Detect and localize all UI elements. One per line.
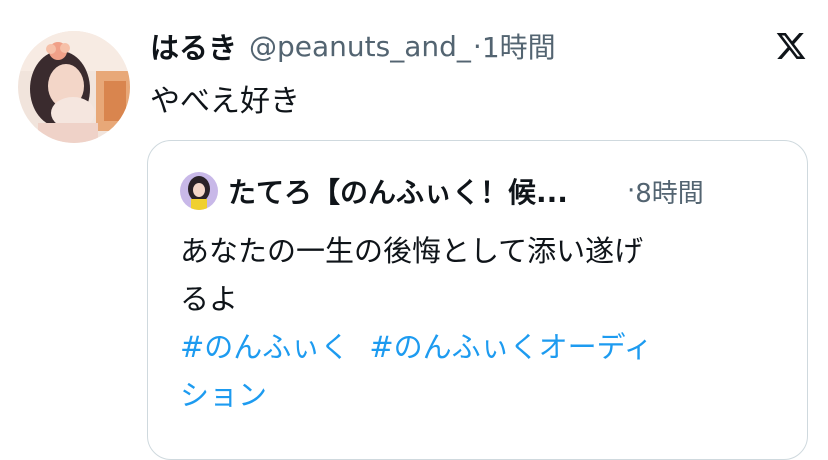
- separator-dot: ·: [472, 29, 482, 63]
- quoted-user-avatar[interactable]: [180, 172, 218, 210]
- user-avatar[interactable]: [18, 31, 130, 143]
- tweet-text: やべえ好き: [150, 84, 300, 119]
- tweet-header: はるき @peanuts_and_ · 1時間: [150, 24, 556, 68]
- hashtag-line: ション: [180, 371, 780, 419]
- hashtag-link[interactable]: #のんふぃく: [180, 330, 349, 364]
- hashtag-link[interactable]: ション: [180, 378, 267, 412]
- display-name[interactable]: はるき: [150, 25, 237, 67]
- timestamp[interactable]: 1時間: [482, 26, 556, 66]
- x-logo-icon[interactable]: [775, 30, 807, 62]
- user-handle[interactable]: @peanuts_and_: [249, 30, 471, 63]
- quoted-tweet-text: あなたの一生の後悔として添い遂げ るよ #のんふぃく #のんふぃくオーディ ション: [180, 227, 780, 419]
- hashtag-link[interactable]: #のんふぃくオーディ: [369, 330, 652, 364]
- quoted-text-line: るよ: [180, 282, 239, 316]
- quoted-text-line: あなたの一生の後悔として添い遂げ: [180, 234, 644, 268]
- quoted-separator-dot: ·: [627, 176, 636, 206]
- hashtag-line: #のんふぃく #のんふぃくオーディ: [180, 323, 780, 371]
- quoted-timestamp[interactable]: 8時間: [635, 173, 704, 210]
- quoted-display-name[interactable]: たてろ【のんふぃく！候...: [228, 171, 623, 211]
- quoted-tweet-card[interactable]: たてろ【のんふぃく！候... · 8時間 あなたの一生の後悔として添い遂げ るよ…: [147, 140, 808, 460]
- quoted-tweet-header: たてろ【のんふぃく！候... · 8時間: [180, 171, 704, 211]
